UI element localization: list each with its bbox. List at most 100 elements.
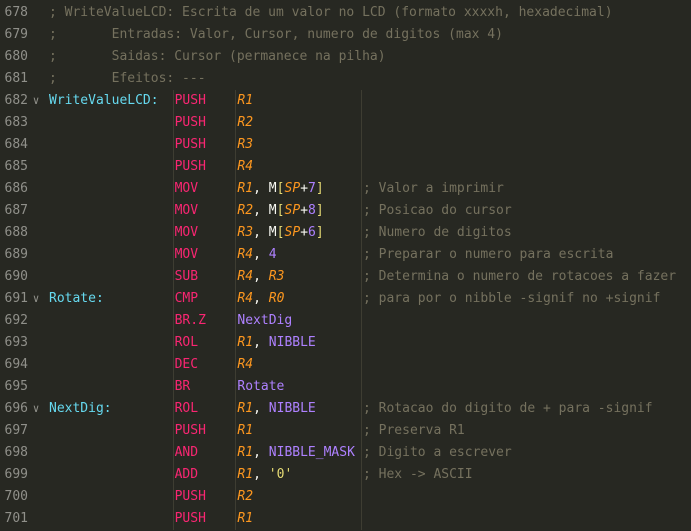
code-line[interactable]: 684 PUSH R3 — [0, 134, 691, 156]
token-instr: PUSH — [174, 511, 206, 526]
code-line[interactable]: 689 MOV R4, 4 ; Preparar o numero para escr… — [0, 244, 691, 266]
line-number: 693 — [4, 335, 28, 350]
code-line[interactable]: 686 MOV R1, M[SP +7] ; Valor a imprimir — [0, 178, 691, 200]
token-label: NextDig: — [49, 401, 112, 416]
token-comment: ; Rotacao do digito de + para -signif — [363, 401, 653, 416]
token-comment: ; Determina o numero de rotacoes a fazer — [363, 269, 677, 284]
indent-guide — [361, 178, 362, 200]
line-number: 698 — [4, 445, 28, 460]
token-ident: NIBBLE — [268, 401, 316, 416]
token-instr: MOV — [174, 225, 199, 240]
token-reg: R1 — [237, 445, 254, 460]
indent-guide — [172, 266, 174, 288]
indent-guide — [235, 420, 237, 442]
token-plain: , — [253, 335, 269, 350]
token-reg: R4 — [237, 357, 254, 372]
token-instr: MOV — [174, 181, 199, 196]
indent-guide — [361, 442, 362, 464]
token-reg: R2 — [237, 115, 254, 130]
code-line[interactable]: 691 ∨ Rotate: CMP R4, R0 ; para por o nibble … — [0, 288, 691, 310]
indent-guide — [172, 486, 174, 508]
code-editor[interactable]: 678; WriteValueLCD: Escrita de um valor … — [0, 0, 691, 531]
token-bracket: ] — [315, 225, 324, 240]
token-instr: PUSH — [174, 93, 206, 108]
line-number: 690 — [4, 269, 28, 284]
line-number: 689 — [4, 247, 28, 262]
token-instr: MOV — [174, 203, 199, 218]
token-reg: R1 — [237, 93, 254, 108]
code-line[interactable]: 693 ROL R1, NIBBLE — [0, 332, 691, 354]
code-line[interactable]: 679 ; Entradas: Valor, Cursor, numero de … — [0, 24, 691, 46]
indent-guide — [172, 134, 174, 156]
code-line[interactable]: 695 BR Rotate — [0, 376, 691, 398]
code-line[interactable]: 692 BR.Z NextDig — [0, 310, 691, 332]
indent-guide — [235, 376, 237, 398]
indent-guide — [235, 134, 237, 156]
indent-guide — [172, 222, 174, 244]
indent-guide — [361, 156, 362, 178]
token-comment: ; Saidas: Cursor (permanece na pilha) — [49, 49, 386, 64]
fold-chevron-icon[interactable]: ∨ — [30, 288, 42, 310]
code-line[interactable]: 683 PUSH R2 — [0, 112, 691, 134]
code-line[interactable]: 687 MOV R2, M[SP +8] ; Posicao do cursor — [0, 200, 691, 222]
code-line[interactable]: 680 ; Saidas: Cursor (permanece na pilha) — [0, 46, 691, 68]
token-string: '0' — [268, 467, 293, 482]
token-reg: R1 — [237, 401, 254, 416]
indent-guide — [361, 288, 362, 310]
token-ident: Rotate — [237, 379, 285, 394]
code-line[interactable]: 681 ; Efeitos: --- — [0, 68, 691, 90]
indent-guide — [361, 420, 362, 442]
token-reg: R1 — [237, 423, 254, 438]
token-comment: ; Hex -> ASCII — [363, 467, 473, 482]
indent-guide — [235, 508, 237, 530]
token-plain: , M — [253, 181, 277, 196]
indent-guide — [235, 156, 237, 178]
indent-guide — [361, 90, 362, 112]
code-line[interactable]: 694 DEC R4 — [0, 354, 691, 376]
token-comment: ; Digito a escrever — [363, 445, 512, 460]
token-bracket: [ — [276, 203, 285, 218]
token-plain: + — [300, 181, 309, 196]
indent-guide — [361, 112, 362, 134]
code-line[interactable]: 696 ∨ NextDig: ROL R1, NIBBLE ; Rotacao do di… — [0, 398, 691, 420]
code-line[interactable]: 690 SUB R4, R3 ; Determina o numero de rota… — [0, 266, 691, 288]
token-instr: PUSH — [174, 115, 206, 130]
indent-guide — [235, 486, 237, 508]
token-num: 6 — [308, 225, 316, 240]
token-instr: DEC — [174, 357, 199, 372]
indent-guide — [235, 354, 237, 376]
code-line[interactable]: 699 ADD R1, '0' ; Hex -> ASCII — [0, 464, 691, 486]
indent-guide — [361, 244, 362, 266]
token-reg: R3 — [237, 137, 254, 152]
token-reg: R4 — [237, 269, 254, 284]
token-reg: R4 — [237, 159, 254, 174]
token-instr: MOV — [174, 247, 199, 262]
indent-guide — [361, 332, 362, 354]
code-line[interactable]: 688 MOV R3, M[SP +6] ; Numero de digitos — [0, 222, 691, 244]
code-line[interactable]: 678 ; WriteValueLCD: Escrita de um valor … — [0, 2, 691, 24]
token-plain: , — [253, 291, 269, 306]
token-comment: ; Preparar o numero para escrita — [363, 247, 614, 262]
token-instr: ADD — [174, 467, 199, 482]
token-instr: ROL — [174, 401, 199, 416]
indent-guide — [361, 134, 362, 156]
indent-guide — [235, 200, 237, 222]
code-line[interactable]: 700 PUSH R2 — [0, 486, 691, 508]
line-number: 685 — [4, 159, 28, 174]
indent-guide — [361, 398, 362, 420]
fold-chevron-icon[interactable]: ∨ — [30, 90, 42, 112]
token-comment: ; Posicao do cursor — [363, 203, 512, 218]
fold-chevron-icon[interactable]: ∨ — [30, 398, 42, 420]
code-line[interactable]: 698 AND R1, NIBBLE_MASK ; Digito a escrever — [0, 442, 691, 464]
indent-guide — [361, 508, 362, 530]
code-line[interactable]: 682 ∨ WriteValueLCD: PUSH R1 — [0, 90, 691, 112]
token-reg: SP — [284, 225, 301, 240]
line-number: 694 — [4, 357, 28, 372]
code-line[interactable]: 697 PUSH R1 ; Preserva R1 — [0, 420, 691, 442]
token-reg: R2 — [237, 203, 254, 218]
indent-guide — [172, 90, 174, 112]
token-plain: , M — [253, 225, 277, 240]
code-line[interactable]: 685 PUSH R4 — [0, 156, 691, 178]
code-line[interactable]: 701 PUSH R1 — [0, 508, 691, 530]
line-number: 678 — [4, 5, 28, 20]
